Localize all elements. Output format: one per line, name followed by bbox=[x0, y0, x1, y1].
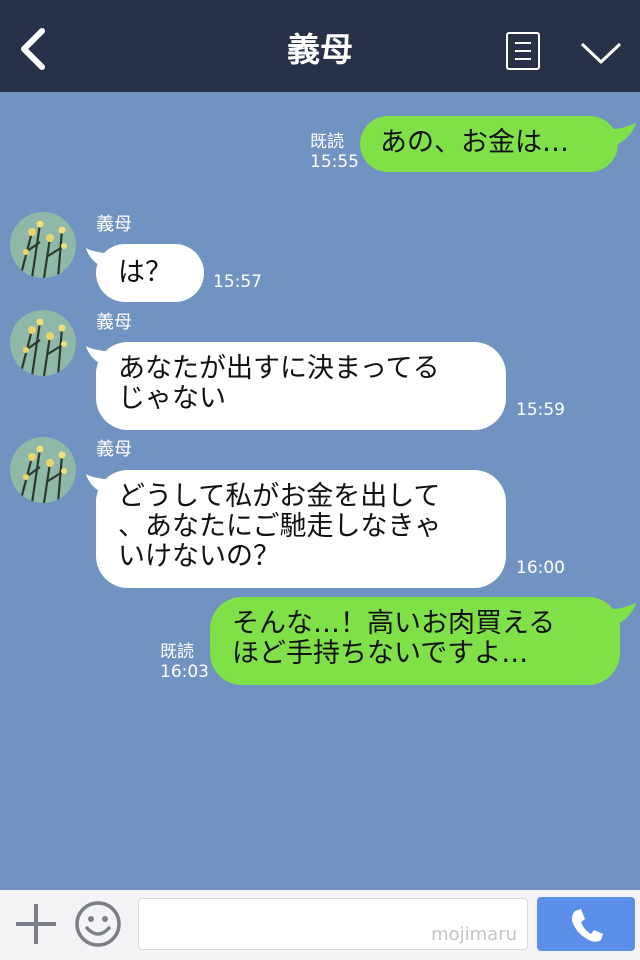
message-bubble-received[interactable]: は？ bbox=[96, 244, 204, 302]
message-bubble-sent[interactable]: そんな…！高いお肉買える ほど手持ちないですよ… bbox=[210, 597, 620, 685]
read-label: 既読 bbox=[160, 642, 194, 662]
avatar[interactable] bbox=[10, 437, 76, 503]
sender-name: 義母 bbox=[96, 214, 132, 235]
message-bubble-received[interactable]: あなたが出すに決まってる じゃない bbox=[96, 342, 506, 430]
message-bubble-received[interactable]: どうして私がお金を出して 、あなたにご馳走しなきゃ いけないの？ bbox=[96, 470, 506, 588]
message-text-line: どうして私がお金を出して bbox=[118, 481, 441, 512]
message-text-line: は？ bbox=[118, 257, 172, 288]
message-time: 15:59 bbox=[516, 400, 565, 420]
read-receipt: 既読 16:03 bbox=[160, 642, 209, 682]
sender-name: 義母 bbox=[96, 312, 132, 333]
message-text-line: ほど手持ちないですよ… bbox=[232, 638, 529, 669]
avatar[interactable] bbox=[10, 310, 76, 376]
message-bubble-sent[interactable]: あの、お金は… bbox=[360, 116, 618, 172]
message-time: 15:57 bbox=[213, 272, 262, 292]
message-text-line: 、あなたにご馳走しなきゃ bbox=[118, 511, 442, 542]
avatar[interactable] bbox=[10, 212, 76, 278]
call-button[interactable] bbox=[537, 897, 635, 951]
message-time: 16:03 bbox=[160, 662, 209, 682]
menu-list-icon[interactable] bbox=[506, 32, 540, 70]
message-text-line: あの、お金は… bbox=[380, 127, 569, 158]
emoji-icon[interactable] bbox=[74, 900, 122, 948]
flower-avatar-icon bbox=[10, 310, 76, 376]
message-text-line: あなたが出すに決まってる bbox=[118, 353, 440, 384]
message-text-line: いけないの？ bbox=[118, 541, 280, 572]
message-time: 15:55 bbox=[310, 152, 359, 172]
watermark: mojimaru bbox=[431, 924, 517, 945]
flower-avatar-icon bbox=[10, 437, 76, 503]
chat-title: 義母 bbox=[287, 30, 353, 69]
message-time: 16:00 bbox=[516, 558, 565, 578]
sender-name: 義母 bbox=[96, 439, 132, 460]
message-text-line: じゃない bbox=[118, 383, 226, 414]
chevron-down-icon[interactable] bbox=[580, 40, 622, 66]
phone-icon bbox=[571, 909, 603, 942]
read-label: 既読 bbox=[310, 132, 344, 152]
message-input[interactable]: mojimaru bbox=[138, 898, 528, 950]
chat-header: 義母 bbox=[0, 0, 640, 92]
read-receipt: 既読 15:55 bbox=[310, 132, 359, 172]
flower-avatar-icon bbox=[10, 212, 76, 278]
plus-icon[interactable] bbox=[14, 902, 58, 946]
message-text-line: そんな…！高いお肉買える bbox=[232, 608, 556, 639]
